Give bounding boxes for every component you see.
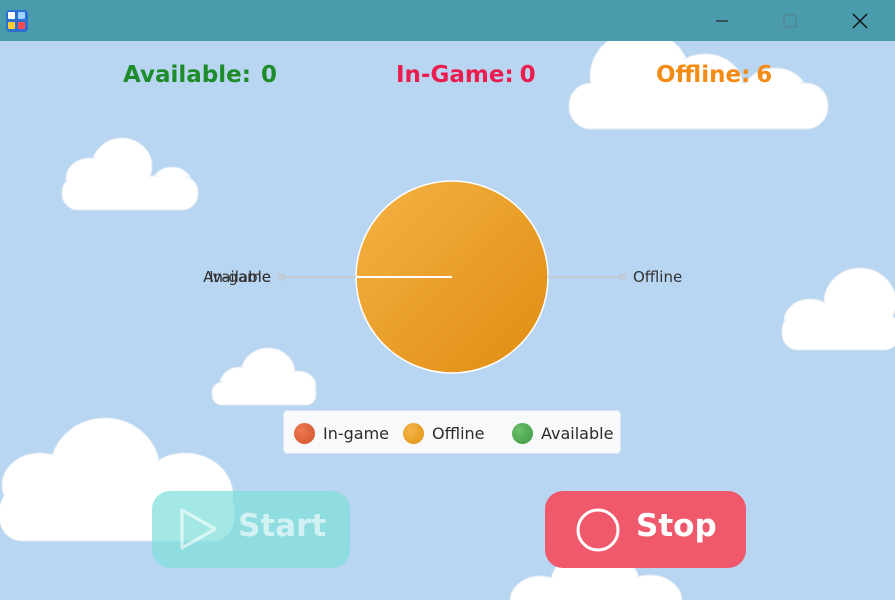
legend-swatch-offline: [403, 422, 424, 444]
pie-label-available: Available: [203, 268, 271, 286]
app-icon: [6, 10, 28, 32]
legend-label-offline: Offline: [432, 423, 485, 443]
legend-item-available: Available: [512, 422, 613, 444]
legend-swatch-available: [512, 422, 533, 444]
app-window: Available: 0 In-Game: 0 Offline: 6 In-game O…: [0, 0, 895, 600]
start-button[interactable]: Start: [152, 491, 350, 568]
minimize-button[interactable]: [688, 0, 756, 41]
stop-button[interactable]: Stop: [545, 491, 746, 568]
close-button[interactable]: [826, 0, 894, 41]
legend-item-offline: Offline: [403, 422, 485, 444]
pie-label-offline: Offline: [633, 268, 682, 286]
chart-legend: In-game Offline Available: [283, 410, 621, 454]
maximize-button[interactable]: [756, 0, 824, 41]
start-button-label: Start: [238, 508, 327, 544]
stop-circle-icon: [576, 508, 620, 552]
play-icon: [180, 508, 217, 550]
close-icon: [852, 13, 868, 28]
title-bar[interactable]: [0, 0, 895, 41]
legend-label-ingame: In-game: [323, 423, 390, 443]
main-content: Available: 0 In-Game: 0 Offline: 6 In-game O…: [0, 41, 895, 600]
status-pie-chart: In-game OfflineAvailable: [203, 180, 682, 374]
maximize-icon: [783, 14, 797, 27]
legend-swatch-ingame: [294, 422, 315, 444]
legend-item-ingame: In-game: [294, 422, 389, 444]
stop-button-label: Stop: [636, 508, 717, 544]
legend-label-available: Available: [541, 423, 614, 443]
minimize-icon: [716, 19, 728, 22]
